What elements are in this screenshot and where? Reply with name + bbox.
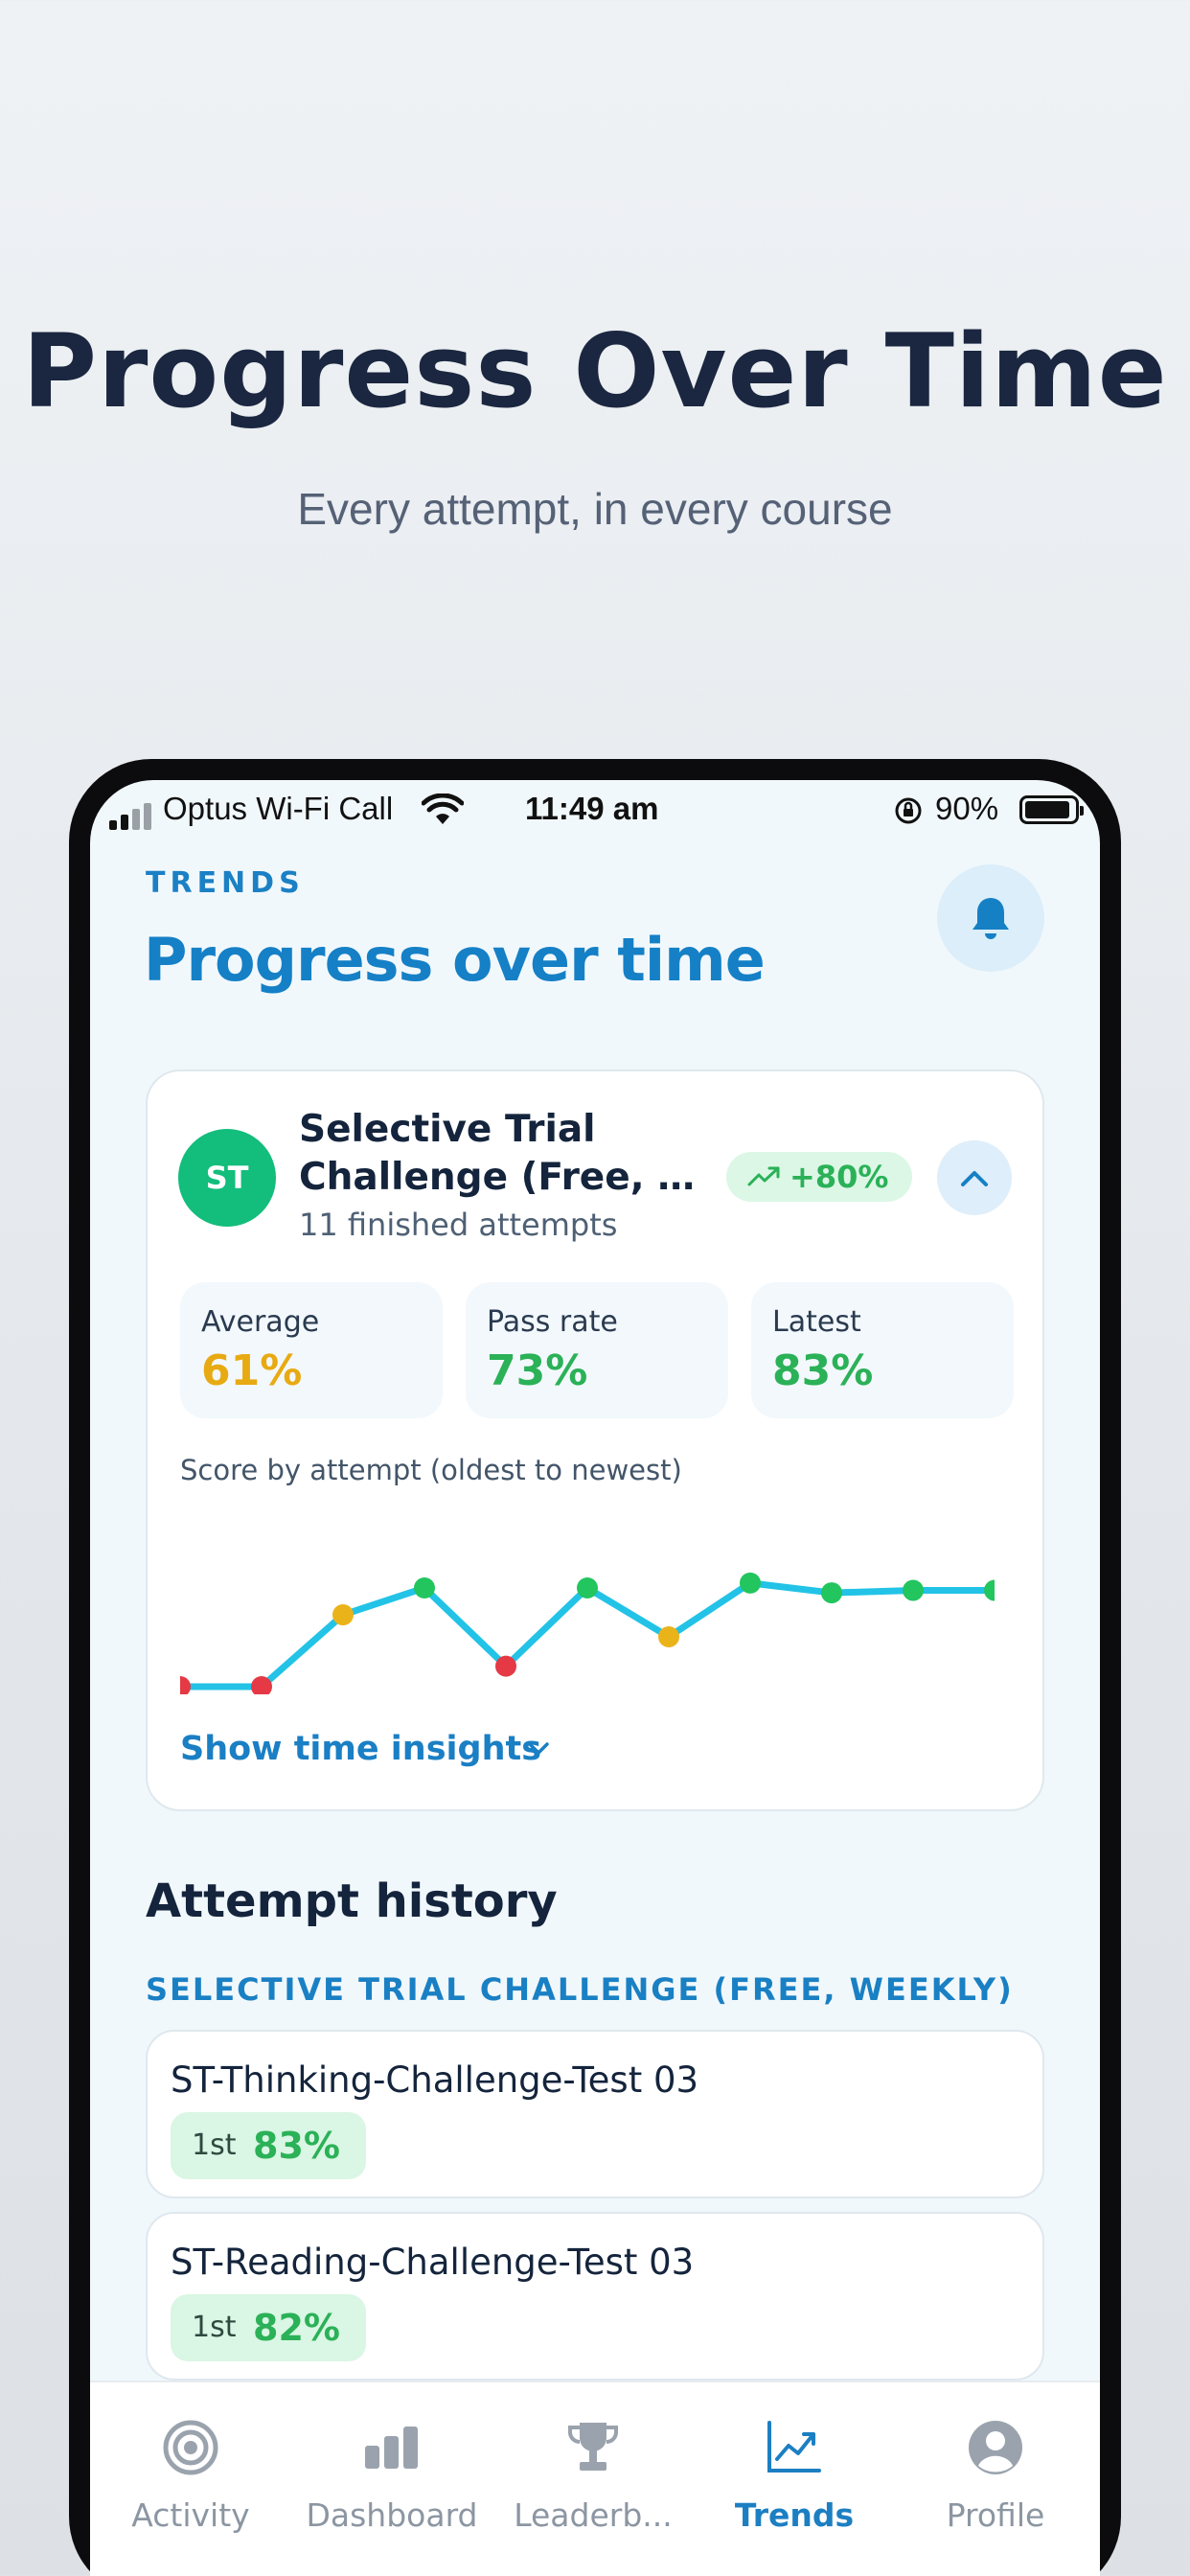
wifi-icon xyxy=(422,794,464,824)
score-point xyxy=(495,1655,516,1677)
target-icon xyxy=(163,2420,218,2475)
phone-frame: Optus Wi-Fi Call 11:49 am 90% TRENDS Pro… xyxy=(69,759,1121,2576)
hero-subtitle: Every attempt, in every course xyxy=(297,484,893,534)
tab-trends[interactable]: Trends xyxy=(694,2382,895,2576)
stat-value: 73% xyxy=(487,1346,588,1395)
attempt-rank: 1st xyxy=(192,2128,237,2162)
tab-label: Trends xyxy=(734,2496,855,2534)
show-time-insights-label: Show time insights xyxy=(180,1730,542,1768)
bar-chart-icon xyxy=(365,2426,418,2469)
hero-title: Progress Over Time xyxy=(22,312,1168,430)
tab-label: Activity xyxy=(131,2496,250,2534)
stat-pass-rate: Pass rate 73% xyxy=(466,1282,728,1418)
trophy-icon xyxy=(568,2423,618,2471)
attempt-group-label: SELECTIVE TRIAL CHALLENGE (FREE, WEEKLY) xyxy=(146,1971,1014,2008)
tab-label: Dashboard xyxy=(306,2496,478,2534)
status-time: 11:49 am xyxy=(525,791,659,826)
score-point xyxy=(577,1576,598,1598)
cellular-signal-icon xyxy=(109,801,157,830)
score-point xyxy=(903,1579,924,1601)
attempt-name: ST-Reading-Challenge-Test 03 xyxy=(171,2242,695,2283)
score-point xyxy=(180,1676,191,1694)
stat-label: Average xyxy=(201,1305,320,1339)
stat-label: Latest xyxy=(772,1305,861,1339)
score-line-chart xyxy=(180,1572,995,1694)
tab-label: Profile xyxy=(946,2496,1045,2534)
trend-up-icon xyxy=(747,1166,780,1186)
attempt-name: ST-Thinking-Challenge-Test 03 xyxy=(171,2059,699,2101)
chevron-down-icon xyxy=(528,1742,549,1755)
attempt-score: 82% xyxy=(253,2307,340,2349)
stat-label: Pass rate xyxy=(487,1305,618,1339)
rotation-lock-icon xyxy=(895,797,922,824)
trend-delta-value: +80% xyxy=(790,1159,889,1195)
score-series-line xyxy=(180,1579,995,1690)
score-point xyxy=(821,1582,842,1604)
attempt-rank: 1st xyxy=(192,2311,237,2344)
score-point xyxy=(984,1579,995,1601)
stat-value: 83% xyxy=(772,1346,874,1395)
tab-profile[interactable]: Profile xyxy=(895,2382,1096,2576)
attempt-row[interactable]: ST-Reading-Challenge-Test 03 1st 82% xyxy=(146,2212,1044,2380)
status-bar: Optus Wi-Fi Call 11:49 am 90% xyxy=(90,780,1100,840)
score-point xyxy=(414,1576,435,1598)
course-title-line-2: Challenge (Free, Weekly) xyxy=(299,1156,701,1199)
course-progress-card: ST Selective Trial Challenge (Free, Week… xyxy=(146,1070,1044,1811)
attempt-score: 83% xyxy=(253,2125,340,2167)
trend-delta-badge: +80% xyxy=(726,1152,912,1202)
score-point xyxy=(658,1626,679,1648)
course-avatar: ST xyxy=(178,1129,276,1227)
bottom-tab-bar: Activity Dashboard Leaderb... Trends Pro… xyxy=(90,2380,1100,2576)
chevron-up-icon xyxy=(961,1171,988,1186)
app-screen: Optus Wi-Fi Call 11:49 am 90% TRENDS Pro… xyxy=(90,780,1100,2576)
tab-dashboard[interactable]: Dashboard xyxy=(291,2382,492,2576)
score-point xyxy=(740,1572,761,1594)
user-icon xyxy=(969,2421,1022,2474)
stat-value: 61% xyxy=(201,1346,303,1395)
notifications-button[interactable] xyxy=(937,864,1044,972)
battery-percent: 90% xyxy=(935,791,999,826)
tab-leaderboard[interactable]: Leaderb... xyxy=(492,2382,694,2576)
chart-label: Score by attempt (oldest to newest) xyxy=(180,1454,682,1486)
course-title-line-1: Selective Trial xyxy=(299,1108,596,1151)
score-point xyxy=(332,1604,354,1626)
attempt-history-title: Attempt history xyxy=(146,1874,558,1928)
battery-icon xyxy=(1019,795,1084,824)
stat-latest: Latest 83% xyxy=(751,1282,1014,1418)
bell-icon xyxy=(973,898,1009,939)
attempt-score-chip: 1st 83% xyxy=(171,2112,366,2179)
section-eyebrow: TRENDS xyxy=(146,866,305,900)
attempt-row[interactable]: ST-Thinking-Challenge-Test 03 1st 83% xyxy=(146,2030,1044,2198)
page-title: Progress over time xyxy=(144,925,766,995)
attempt-score-chip: 1st 82% xyxy=(171,2294,366,2361)
show-time-insights-button[interactable]: Show time insights xyxy=(180,1725,549,1773)
tab-label: Leaderb... xyxy=(514,2496,673,2534)
attempt-count: 11 finished attempts xyxy=(299,1207,618,1243)
trend-icon xyxy=(767,2421,821,2472)
carrier-name: Optus Wi-Fi Call xyxy=(163,791,394,826)
stat-average: Average 61% xyxy=(180,1282,443,1418)
collapse-card-button[interactable] xyxy=(937,1140,1012,1215)
tab-activity[interactable]: Activity xyxy=(90,2382,291,2576)
course-title: Selective Trial Challenge (Free, Weekly) xyxy=(299,1106,701,1202)
